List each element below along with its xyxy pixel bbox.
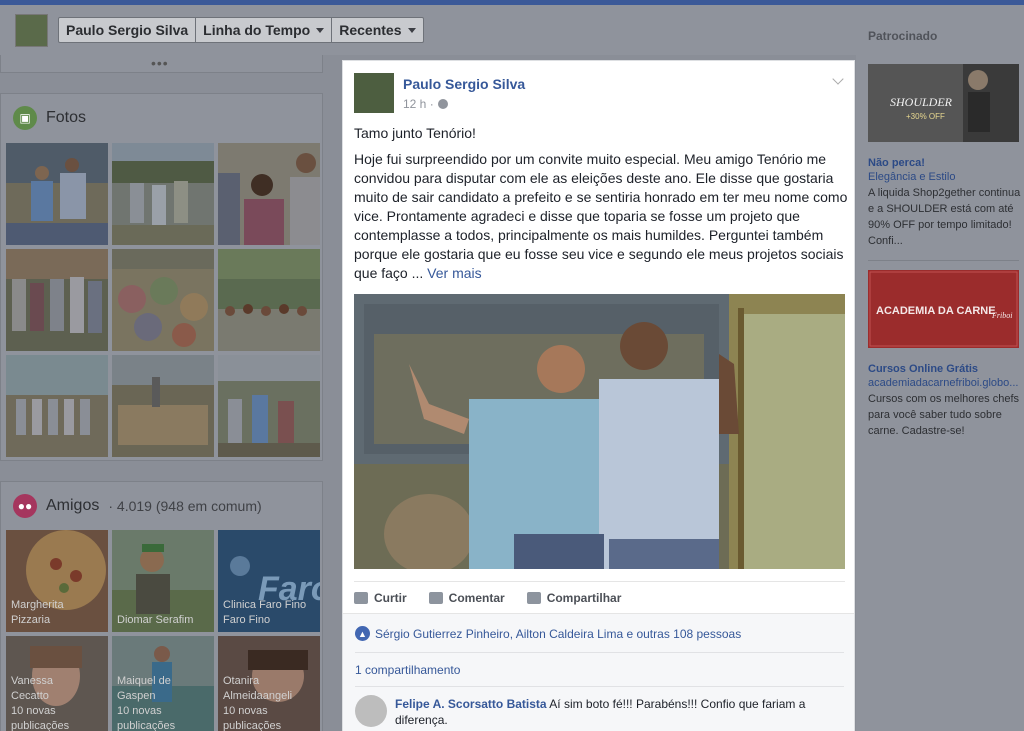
chevron-down-icon[interactable]: [832, 73, 844, 85]
photos-card: ▣ Fotos: [0, 93, 323, 461]
ad1-text: A liquida Shop2gether continua e a SHOUL…: [868, 187, 1021, 247]
ad2-text: Cursos com os melhores chefs para você s…: [868, 393, 1019, 437]
more-dots[interactable]: •••: [151, 55, 169, 71]
post-author-avatar[interactable]: [354, 73, 394, 113]
like-button[interactable]: Curtir: [354, 591, 407, 605]
post-feedback: ▲ Sérgio Gutierrez Pinheiro, Ailton Calde…: [343, 613, 854, 731]
ad2-title[interactable]: Cursos Online Grátis: [868, 363, 978, 375]
likes-summary[interactable]: ▲ Sérgio Gutierrez Pinheiro, Ailton Calde…: [355, 626, 741, 641]
photo-tile[interactable]: [6, 143, 108, 245]
friend-tile[interactable]: Otanira Almeidaangeli 10 novas publicaçõe…: [218, 636, 320, 731]
post-body: Hoje fui surpreendido por um convite mui…: [354, 150, 849, 283]
profile-avatar[interactable]: [15, 14, 48, 47]
commenter-name[interactable]: Felipe A. Scorsatto Batista: [395, 697, 547, 711]
commenter-avatar[interactable]: [355, 695, 387, 727]
globe-icon: [437, 99, 448, 109]
photos-icon: ▣: [13, 106, 37, 130]
sponsored-label: Patrocinado: [868, 29, 938, 43]
ad2-image[interactable]: ACADEMIA DA CARNE Friboi: [868, 270, 1019, 348]
friend-name: Otanira Almeidaangeli: [223, 675, 293, 702]
post-photo[interactable]: [354, 294, 845, 569]
chevron-down-icon: [316, 27, 325, 33]
friend-caption: Otanira Almeidaangeli 10 novas publicaçõe…: [223, 674, 313, 731]
like-label: Curtir: [374, 590, 407, 605]
friend-tile[interactable]: Margherita Pizzaria: [6, 530, 108, 632]
friend-sub: 10 novas publicações: [223, 705, 282, 731]
photo-tile[interactable]: [218, 143, 320, 245]
photo-tile[interactable]: [6, 249, 108, 351]
ad1-image-text: SHOULDER: [890, 95, 953, 109]
friend-sub: 10 novas publicações: [117, 705, 176, 731]
ad2-image-sub: Friboi: [991, 311, 1012, 320]
post-time-label: 12 h ·: [403, 97, 434, 111]
recent-button[interactable]: Recentes: [332, 18, 422, 42]
likes-text: Sérgio Gutierrez Pinheiro, Ailton Caldei…: [375, 626, 742, 641]
ad2-url[interactable]: academiadacarnefriboi.globo...: [868, 377, 1019, 389]
share-button[interactable]: Compartilhar: [526, 590, 622, 605]
ad1-title[interactable]: Não perca!: [868, 157, 925, 169]
profile-nav-bar: Paulo Sergio Silva Linha do Tempo Recent…: [0, 5, 856, 55]
friend-tile[interactable]: Vanessa Cecatto 10 novas publicações: [6, 636, 108, 731]
right-sidebar: Patrocinado SHOULDER +30% OFF Não perca!…: [856, 5, 1024, 731]
ad1-image-sub: +30% OFF: [906, 112, 945, 121]
photo-tile[interactable]: [112, 355, 214, 457]
timeline-button[interactable]: Linha do Tempo: [196, 18, 333, 42]
photo-tile[interactable]: [218, 249, 320, 351]
post-text: Hoje fui surpreendido por um convite mui…: [354, 151, 848, 281]
friend-caption: Maiquel de Gaspen 10 novas publicações: [117, 674, 187, 731]
friend-name: Margherita Pizzaria: [11, 599, 64, 626]
comment-icon: [428, 591, 443, 604]
see-more-link[interactable]: Ver mais: [427, 265, 481, 281]
share-label: Compartilhar: [546, 590, 622, 605]
friend-tile[interactable]: FaroClinica Faro Fino Faro Fino: [218, 530, 320, 632]
photo-tile[interactable]: [218, 355, 320, 457]
divider: [355, 686, 844, 687]
divider: [868, 260, 1019, 261]
friend-name: Diomar Serafim: [117, 614, 194, 626]
post-author-name[interactable]: Paulo Sergio Silva: [403, 76, 525, 92]
photos-title[interactable]: Fotos: [46, 109, 86, 127]
friend-name: Vanessa Cecatto: [11, 675, 53, 702]
timeline-label: Linha do Tempo: [203, 22, 311, 38]
recent-label: Recentes: [339, 22, 402, 38]
friend-tile[interactable]: Maiquel de Gaspen 10 novas publicações: [112, 636, 214, 731]
friends-icon: ●●: [13, 494, 37, 518]
shares-link[interactable]: 1 compartilhamento: [355, 663, 460, 677]
like-badge-icon: ▲: [355, 626, 370, 641]
photos-grid: [6, 143, 320, 457]
comment-label: Comentar: [448, 590, 505, 605]
comment: Felipe A. Scorsatto Batista Aí sim boto …: [395, 696, 835, 728]
post-timestamp[interactable]: 12 h ·: [403, 97, 448, 111]
divider: [355, 652, 844, 653]
thumbs-up-icon: [354, 591, 368, 604]
friend-caption: Vanessa Cecatto 10 novas publicações: [11, 674, 81, 731]
photo-tile[interactable]: [112, 143, 214, 245]
photo-tile[interactable]: [6, 355, 108, 457]
intro-card-bottom: •••: [0, 55, 323, 73]
profile-nav-group: Paulo Sergio Silva Linha do Tempo Recent…: [58, 17, 424, 43]
friend-name: Maiquel de Gaspen: [117, 675, 171, 702]
profile-name-button[interactable]: Paulo Sergio Silva: [59, 18, 197, 42]
friends-grid: Margherita Pizzaria Diomar Serafim FaroC…: [6, 530, 320, 731]
left-column: ••• ▣ Fotos ●● Amigos · 4.019 (948 em co…: [0, 55, 323, 731]
post-headline: Tamo junto Tenório!: [354, 125, 476, 141]
comment-button[interactable]: Comentar: [428, 590, 505, 605]
friend-sub: 10 novas publicações: [11, 705, 70, 731]
share-icon: [526, 591, 541, 604]
ad1-url[interactable]: Elegância e Estilo: [868, 171, 1019, 183]
friends-count: · 4.019 (948 em comum): [108, 498, 262, 514]
friend-name: Clinica Faro Fino Faro Fino: [223, 599, 307, 626]
profile-name-label: Paulo Sergio Silva: [66, 22, 189, 38]
chevron-down-icon: [407, 27, 416, 33]
friend-tile[interactable]: Diomar Serafim: [112, 530, 214, 632]
photo-tile[interactable]: [112, 249, 214, 351]
ad2-image-text: ACADEMIA DA CARNE: [876, 305, 996, 317]
ad1-image[interactable]: SHOULDER +30% OFF: [868, 64, 1019, 142]
post-actions: Curtir Comentar Compartilhar: [354, 581, 845, 613]
friends-card: ●● Amigos · 4.019 (948 em comum) Margher…: [0, 481, 323, 731]
friends-title[interactable]: Amigos: [46, 497, 99, 515]
post-card: Paulo Sergio Silva 12 h · Tamo junto Ten…: [342, 60, 855, 731]
